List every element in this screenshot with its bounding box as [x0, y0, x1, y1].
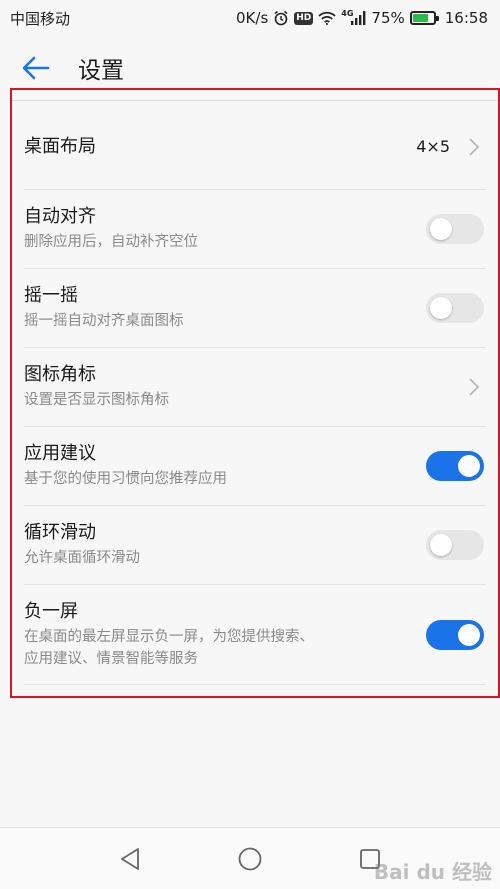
setting-minus-one-screen[interactable]: 负一屏 在桌面的最左屏显示负一屏，为您提供搜索、 应用建议、情景智能等服务 [24, 585, 486, 685]
setting-subtitle: 允许桌面循环滑动 [24, 550, 140, 566]
toggle-knob [458, 623, 480, 646]
setting-desktop-layout[interactable]: 桌面布局 4×5 [24, 104, 486, 190]
setting-title: 图标角标 [24, 364, 96, 385]
setting-subtitle: 摇一摇自动对齐桌面图标 [24, 313, 184, 329]
nav-back-button[interactable] [110, 839, 150, 879]
triangle-back-icon [121, 847, 139, 870]
setting-icon-badge[interactable]: 图标角标 设置是否显示图标角标 [24, 348, 486, 427]
circle-home-icon [238, 847, 262, 870]
hd-icon: HD [294, 11, 314, 25]
alarm-icon [273, 10, 289, 26]
wifi-icon [318, 11, 336, 25]
network-speed: 0K/s [236, 9, 269, 27]
baidu-watermark: Bai du 经验 [373, 860, 492, 884]
setting-subtitle: 设置是否显示图标角标 [24, 392, 169, 408]
status-indicators: 0K/s HD 4G 75% 16:58 [236, 8, 488, 28]
setting-title: 桌面布局 [24, 135, 96, 157]
setting-shake[interactable]: 摇一摇 摇一摇自动对齐桌面图标 [24, 269, 486, 348]
toggle-knob [458, 455, 480, 477]
chevron-right-icon [464, 137, 484, 157]
chevron-right-icon [464, 377, 484, 397]
network-type: 4G [341, 8, 354, 18]
setting-subtitle: 基于您的使用习惯向您推荐应用 [24, 471, 227, 487]
status-bar: 中国移动 0K/s HD 4G 75% 16:58 [0, 0, 500, 36]
toggle-knob [430, 218, 452, 240]
setting-title: 摇一摇 [24, 285, 78, 306]
toggle-knob [430, 297, 452, 319]
setting-title: 循环滑动 [24, 522, 96, 543]
carrier-name: 中国移动 [10, 9, 71, 28]
battery-icon [409, 11, 439, 25]
shake-toggle[interactable] [426, 293, 484, 323]
battery-level [412, 14, 428, 22]
setting-title: 应用建议 [24, 443, 96, 464]
setting-loop-scroll[interactable]: 循环滑动 允许桌面循环滑动 [24, 506, 486, 585]
setting-subtitle: 删除应用后，自动补齐空位 [24, 234, 198, 250]
setting-subtitle-line2: 应用建议、情景智能等服务 [24, 650, 198, 667]
app-suggestions-toggle[interactable] [426, 451, 484, 481]
setting-auto-align[interactable]: 自动对齐 删除应用后，自动补齐空位 [24, 190, 486, 269]
minus-one-screen-toggle[interactable] [426, 619, 484, 650]
divider [12, 100, 498, 101]
setting-title: 自动对齐 [24, 206, 96, 227]
nav-home-button[interactable] [230, 839, 270, 879]
setting-title: 负一屏 [24, 600, 78, 622]
page-title: 设置 [78, 58, 124, 84]
battery-percent: 75% [371, 9, 405, 27]
loop-scroll-toggle[interactable] [426, 530, 484, 560]
signal-icon: 4G [341, 8, 366, 25]
auto-align-toggle[interactable] [426, 214, 484, 244]
settings-list: 桌面布局 4×5 自动对齐 删除应用后，自动补齐空位 摇一摇 摇一摇自动对齐桌面… [10, 88, 500, 698]
setting-subtitle-line1: 在桌面的最左屏显示负一屏，为您提供搜索、 [24, 628, 314, 645]
setting-app-suggestions[interactable]: 应用建议 基于您的使用习惯向您推荐应用 [24, 427, 486, 506]
layout-value: 4×5 [416, 137, 450, 156]
clock: 16:58 [444, 9, 488, 27]
toggle-knob [430, 534, 452, 556]
arrow-left-icon [22, 56, 50, 80]
